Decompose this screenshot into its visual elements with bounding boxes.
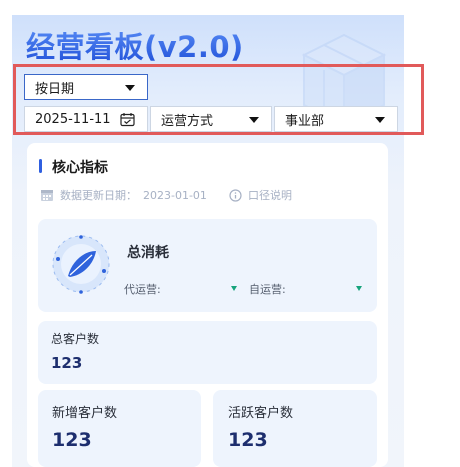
page-title: 经营看板(v2.0): [26, 24, 244, 66]
total-customers-value: 123: [51, 354, 83, 372]
agent-operated-label: 代运营:: [124, 283, 161, 296]
update-date-info: 数据更新日期： 2023-01-01: [40, 187, 207, 203]
active-customers-label: 活跃客户数: [228, 406, 294, 421]
new-customers-value: 123: [52, 429, 92, 451]
self-operated-label: 自运营:: [249, 283, 286, 296]
active-customers-value: 123: [228, 429, 268, 451]
total-customers-label: 总客户数: [51, 332, 100, 346]
down-arrow-icon: [356, 286, 362, 291]
calendar-grid-icon: [41, 190, 53, 201]
down-arrow-icon: [231, 286, 237, 291]
globe-leaf-icon: [52, 235, 110, 294]
caliber-explanation-link[interactable]: 口径说明: [229, 187, 292, 203]
update-date-label: 数据更新日期：: [60, 189, 137, 202]
section-accent-bar: [39, 159, 42, 173]
new-customers-label: 新增客户数: [52, 406, 118, 421]
total-spend-title: 总消耗: [127, 245, 169, 261]
update-date-value: 2023-01-01: [143, 188, 207, 202]
info-icon: [229, 188, 242, 202]
filter-highlight-box: [13, 64, 424, 135]
caliber-label: 口径说明: [248, 189, 292, 202]
core-metrics-title: 核心指标: [52, 160, 108, 176]
